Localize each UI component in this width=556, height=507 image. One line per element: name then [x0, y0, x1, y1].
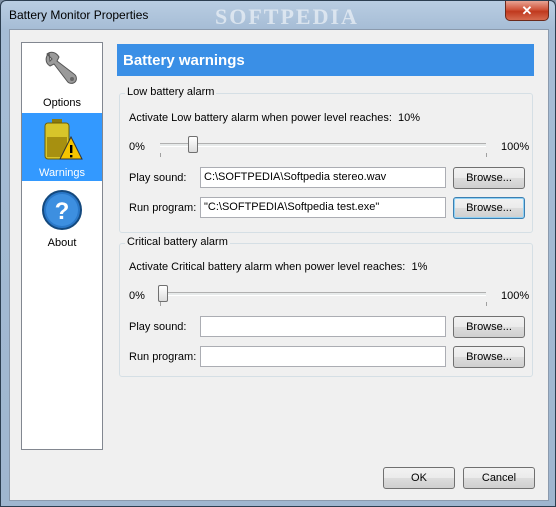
low-sound-label: Play sound: — [129, 172, 187, 184]
critical-program-field[interactable] — [200, 346, 446, 367]
sidebar-item-warnings[interactable]: Warnings — [22, 113, 102, 181]
close-icon: ✕ — [521, 2, 533, 18]
critical-max-label: 100% — [501, 290, 530, 302]
title-bar[interactable]: Battery Monitor Properties SOFTPEDIA ✕ — [1, 1, 555, 29]
critical-group-title: Critical battery alarm — [125, 236, 230, 248]
cancel-button[interactable]: Cancel — [463, 467, 535, 489]
sidebar-item-options[interactable]: Options — [22, 43, 102, 111]
critical-sound-browse-button[interactable]: Browse... — [453, 316, 525, 338]
low-battery-group: Low battery alarm Activate Low battery a… — [119, 86, 533, 233]
low-program-field[interactable]: "C:\SOFTPEDIA\Softpedia test.exe" — [200, 197, 446, 218]
slider-tick — [486, 302, 487, 306]
low-level-slider[interactable] — [160, 143, 486, 147]
critical-sound-label: Play sound: — [129, 321, 187, 333]
panel-header: Battery warnings — [117, 44, 534, 76]
critical-level-slider[interactable] — [160, 292, 486, 296]
dialog-client-area: Options Warnings ? About Battery warning… — [9, 29, 549, 501]
low-sound-field[interactable]: C:\SOFTPEDIA\Softpedia stereo.wav — [200, 167, 446, 188]
low-min-label: 0% — [129, 141, 145, 153]
low-max-label: 100% — [501, 141, 530, 153]
sidebar-item-label: Warnings — [38, 167, 86, 179]
battery-warning-icon — [44, 119, 83, 160]
low-level-value: 10% — [398, 112, 421, 124]
low-activate-label: Activate Low battery alarm when power le… — [129, 112, 421, 124]
window-title: Battery Monitor Properties — [9, 8, 149, 22]
critical-level-value: 1% — [411, 261, 428, 273]
slider-tick — [486, 153, 487, 157]
properties-window: Battery Monitor Properties SOFTPEDIA ✕ O… — [0, 0, 556, 507]
low-program-label: Run program: — [129, 202, 197, 214]
critical-activate-label: Activate Critical battery alarm when pow… — [129, 261, 428, 273]
low-level-slider-thumb[interactable] — [187, 136, 198, 153]
sidebar-item-about[interactable]: ? About — [22, 183, 102, 251]
ok-button[interactable]: OK — [383, 467, 455, 489]
sidebar-item-label: About — [47, 237, 77, 249]
critical-level-slider-thumb[interactable] — [158, 285, 169, 302]
slider-tick — [160, 153, 161, 157]
softpedia-watermark: SOFTPEDIA — [215, 4, 359, 29]
low-sound-browse-button[interactable]: Browse... — [453, 167, 525, 189]
critical-battery-group: Critical battery alarm Activate Critical… — [119, 236, 533, 377]
help-icon: ? — [42, 190, 82, 230]
panel-title: Battery warnings — [123, 52, 245, 69]
sidebar-item-label: Options — [43, 97, 81, 109]
low-program-browse-button[interactable]: Browse... — [453, 197, 525, 219]
critical-program-label: Run program: — [129, 351, 197, 363]
slider-tick — [160, 302, 161, 306]
close-button[interactable]: ✕ — [505, 1, 549, 21]
wrench-icon — [45, 51, 77, 84]
sidebar-nav: Options Warnings ? About — [21, 42, 103, 450]
critical-min-label: 0% — [129, 290, 145, 302]
svg-text:?: ? — [55, 198, 70, 225]
low-group-title: Low battery alarm — [125, 86, 217, 98]
critical-sound-field[interactable] — [200, 316, 446, 337]
critical-program-browse-button[interactable]: Browse... — [453, 346, 525, 368]
